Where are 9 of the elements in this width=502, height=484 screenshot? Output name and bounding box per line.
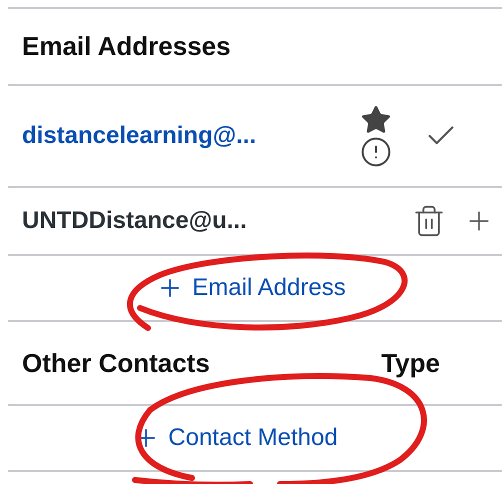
section-heading: Email Addresses [22, 31, 231, 62]
email-address[interactable]: distancelearning@... [22, 122, 356, 150]
email-address[interactable]: UNTDDistance@u... [22, 207, 412, 235]
add-contact-method-button[interactable]: Contact Method [132, 424, 338, 452]
add-email-button[interactable]: Email Address [156, 274, 346, 302]
column-header: Other Contacts [22, 348, 211, 378]
star-icon [360, 104, 392, 136]
warning-icon [360, 136, 392, 168]
column-header: Type [381, 348, 440, 378]
